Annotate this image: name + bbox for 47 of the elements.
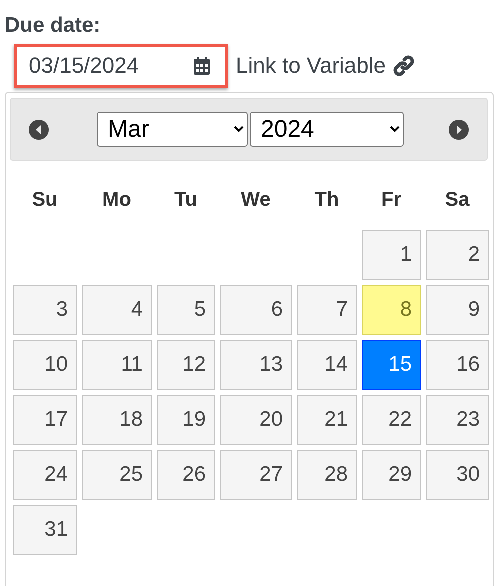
day-cell[interactable]: 20 — [220, 395, 292, 445]
day-cell[interactable]: 18 — [82, 395, 152, 445]
weekday-label: We — [240, 188, 272, 212]
day-cell[interactable]: 2 — [426, 230, 489, 280]
day-cell[interactable]: 4 — [82, 285, 152, 335]
day-cell[interactable]: 22 — [362, 395, 421, 445]
day-cell[interactable]: 11 — [82, 340, 152, 390]
day-cell[interactable]: 31 — [13, 505, 77, 555]
day-cell[interactable]: 27 — [220, 450, 292, 500]
previous-month-icon[interactable] — [29, 120, 49, 140]
day-cell[interactable]: 29 — [362, 450, 421, 500]
day-cell[interactable]: 25 — [82, 450, 152, 500]
day-cell[interactable]: 19 — [157, 395, 215, 445]
weekday-label: Su — [31, 188, 59, 212]
day-cell[interactable]: 23 — [426, 395, 489, 445]
day-cell[interactable]: 12 — [157, 340, 215, 390]
weekday-label: Fr — [380, 188, 402, 212]
day-cell[interactable]: 5 — [157, 285, 215, 335]
day-cell[interactable]: 16 — [426, 340, 489, 390]
day-cell[interactable]: 30 — [426, 450, 489, 500]
day-cell[interactable]: 24 — [13, 450, 77, 500]
next-month-icon[interactable] — [449, 120, 469, 140]
weekday-label: Tu — [174, 188, 198, 212]
day-cell[interactable]: 21 — [297, 395, 357, 445]
day-cell[interactable]: 14 — [297, 340, 357, 390]
date-field[interactable]: 03/15/2024 — [14, 44, 228, 88]
day-cell[interactable]: 10 — [13, 340, 77, 390]
weekday-label: Sa — [444, 188, 471, 212]
day-cell[interactable]: 17 — [13, 395, 77, 445]
day-cell[interactable]: 13 — [220, 340, 292, 390]
day-cell[interactable]: 15 — [362, 340, 421, 390]
weekday-label: Th — [314, 188, 340, 212]
month-select[interactable]: Mar — [97, 112, 248, 147]
day-cell[interactable]: 6 — [220, 285, 292, 335]
day-cell[interactable]: 9 — [426, 285, 489, 335]
field-label: Due date: — [5, 14, 101, 38]
link-to-variable-link[interactable]: Link to Variable — [236, 53, 386, 79]
day-cell[interactable]: 1 — [362, 230, 421, 280]
day-cell[interactable]: 3 — [13, 285, 77, 335]
link-icon[interactable] — [392, 54, 416, 78]
weekday-label: Mo — [102, 188, 132, 212]
year-select[interactable]: 2024 — [250, 112, 404, 147]
day-cell[interactable]: 7 — [297, 285, 357, 335]
calendar-icon[interactable] — [194, 57, 210, 75]
day-cell[interactable]: 26 — [157, 450, 215, 500]
day-cell[interactable]: 8 — [362, 285, 421, 335]
day-cell[interactable]: 28 — [297, 450, 357, 500]
